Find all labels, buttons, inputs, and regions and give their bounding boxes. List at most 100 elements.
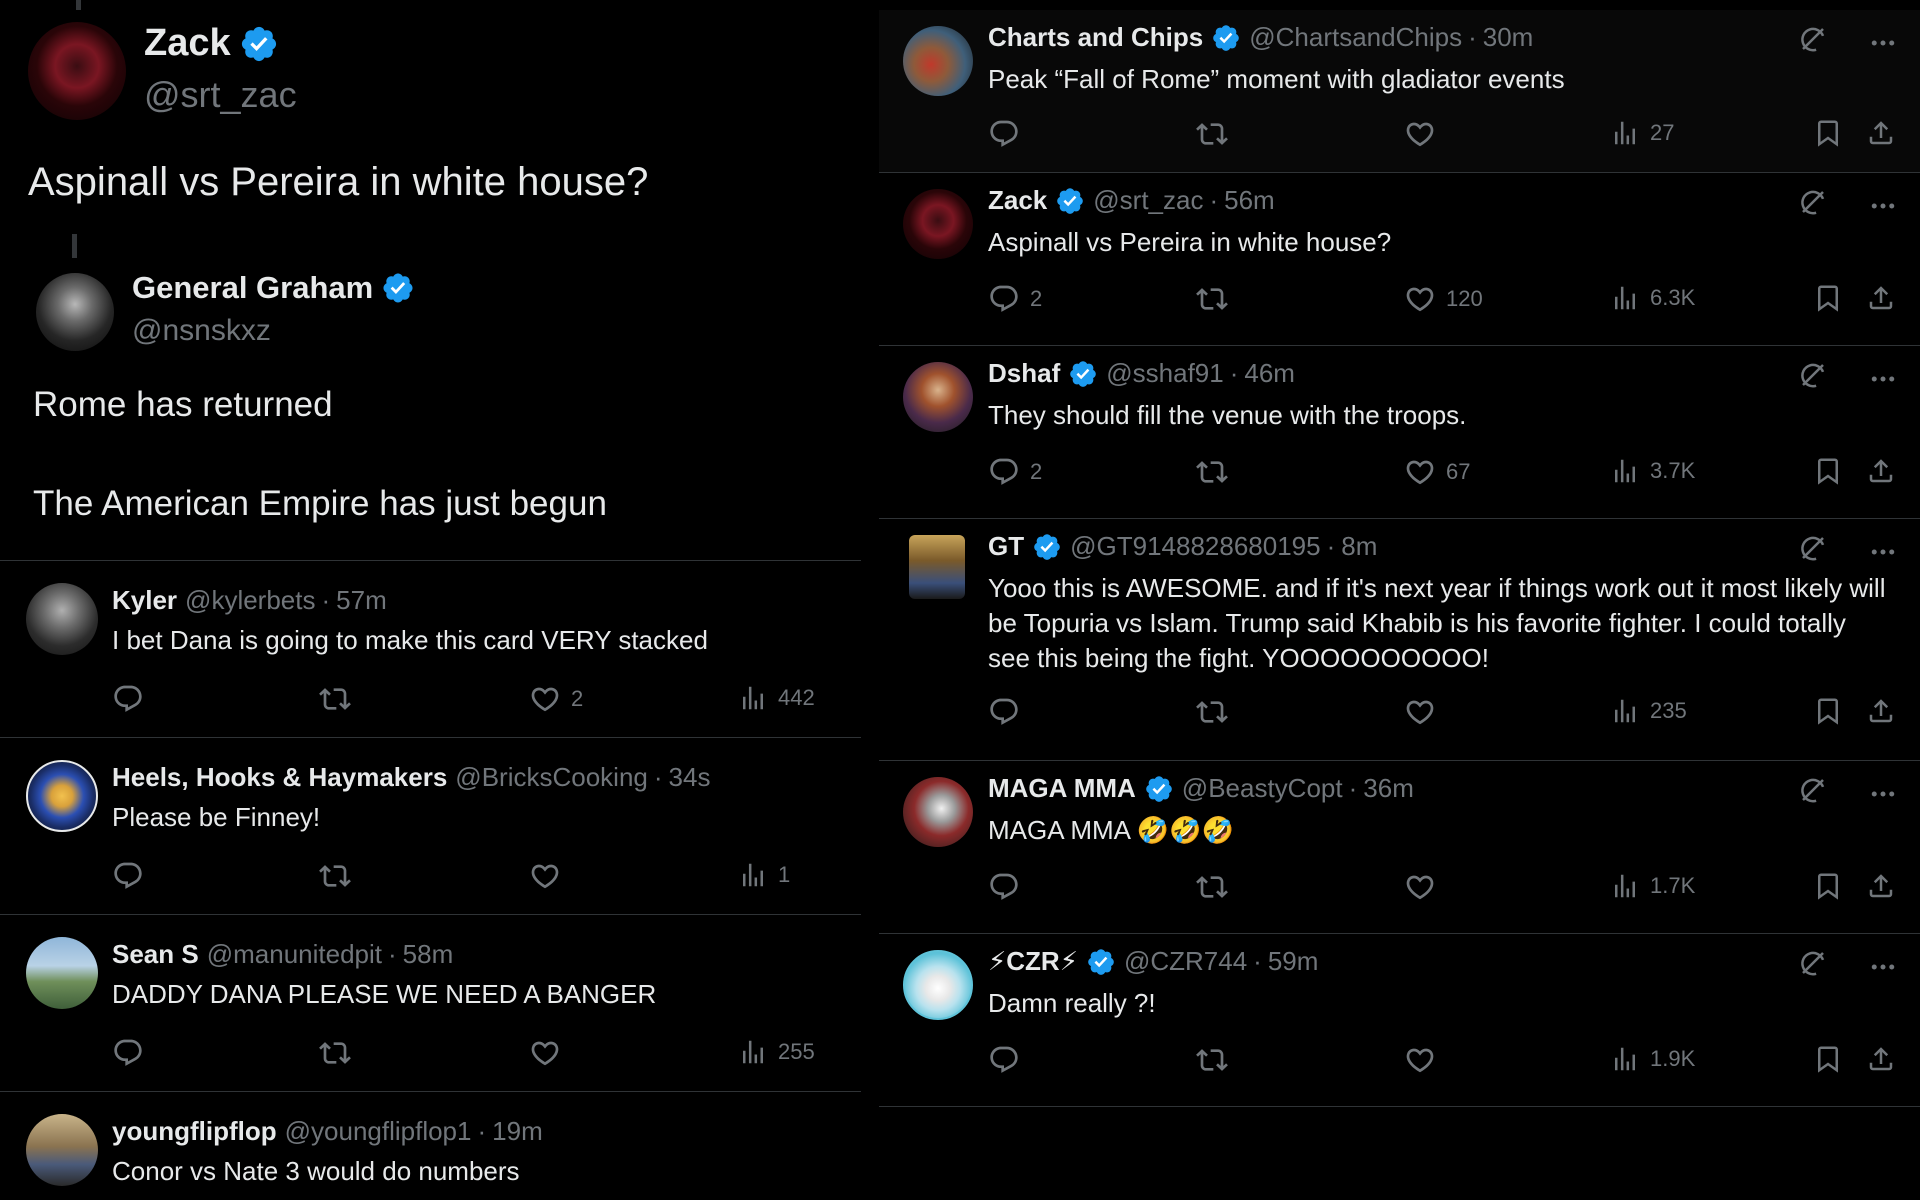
avatar[interactable] <box>26 937 98 1009</box>
author-name[interactable]: Zack <box>144 22 231 65</box>
post-time[interactable]: 59m <box>1268 946 1319 977</box>
author-handle[interactable]: @kylerbets <box>185 585 315 616</box>
share-button[interactable] <box>1866 118 1896 148</box>
share-button[interactable] <box>1866 696 1896 726</box>
post-time[interactable]: 34s <box>669 762 711 793</box>
grok-icon[interactable] <box>1798 360 1828 390</box>
reply-button[interactable] <box>988 1044 1030 1076</box>
author-name[interactable]: GT <box>988 531 1024 562</box>
tweet[interactable]: Charts and Chips @ChartsandChips · 30m P… <box>879 10 1920 173</box>
more-icon[interactable] <box>1868 537 1898 567</box>
author-name[interactable]: Charts and Chips <box>988 22 1203 53</box>
more-icon[interactable] <box>1868 364 1898 394</box>
repost-button[interactable] <box>1196 696 1228 728</box>
more-icon[interactable] <box>1868 28 1898 58</box>
tweet[interactable]: ⚡CZR⚡ @CZR744 · 59m Damn really ?! 1.9K <box>879 934 1920 1107</box>
post-time[interactable]: 56m <box>1224 185 1275 216</box>
repost-button[interactable] <box>1196 456 1228 488</box>
post-time[interactable]: 19m <box>492 1116 543 1147</box>
avatar[interactable] <box>26 760 98 832</box>
reply-button[interactable] <box>112 683 154 715</box>
reply-item[interactable]: Heels, Hooks & Haymakers @BricksCooking … <box>0 737 861 914</box>
avatar[interactable] <box>903 950 973 1020</box>
reply-button[interactable] <box>988 696 1030 728</box>
views-button[interactable]: 6.3K <box>1610 283 1695 313</box>
author-handle[interactable]: @nsnskxz <box>132 314 271 348</box>
author-name[interactable]: General Graham <box>132 270 373 306</box>
more-icon[interactable] <box>1868 952 1898 982</box>
views-button[interactable]: 255 <box>738 1037 815 1067</box>
share-button[interactable] <box>1866 871 1896 901</box>
quoted-post-author[interactable]: General Graham <box>132 270 415 306</box>
post-time[interactable]: 46m <box>1244 358 1295 389</box>
reply-item[interactable]: Kyler @kylerbets · 57m I bet Dana is goi… <box>0 560 861 737</box>
author-handle[interactable]: @ChartsandChips <box>1249 22 1462 53</box>
views-button[interactable]: 1 <box>738 860 790 890</box>
grok-icon[interactable] <box>1798 24 1828 54</box>
avatar[interactable] <box>28 22 126 120</box>
views-button[interactable]: 3.7K <box>1610 456 1695 486</box>
like-button[interactable] <box>529 1037 571 1069</box>
grok-icon[interactable] <box>1798 533 1828 563</box>
post-time[interactable]: 8m <box>1341 531 1377 562</box>
author-handle[interactable]: @BeastyCopt <box>1182 773 1343 804</box>
tweet[interactable]: GT @GT9148828680195 · 8m Yooo this is AW… <box>879 519 1920 761</box>
views-button[interactable]: 27 <box>1610 118 1674 148</box>
like-button[interactable]: 2 <box>529 683 583 715</box>
post-time[interactable]: 36m <box>1363 773 1414 804</box>
reply-button[interactable]: 2 <box>988 283 1042 315</box>
post-time[interactable]: 30m <box>1483 22 1534 53</box>
share-button[interactable] <box>1866 1044 1896 1074</box>
repost-button[interactable] <box>319 1037 351 1069</box>
author-handle[interactable]: @srt_zac <box>144 74 297 116</box>
share-button[interactable] <box>1866 456 1896 486</box>
share-button[interactable] <box>1866 283 1896 313</box>
avatar[interactable] <box>26 1114 98 1186</box>
like-button[interactable] <box>1404 118 1446 150</box>
post-time[interactable]: 57m <box>336 585 387 616</box>
author-name[interactable]: ⚡CZR⚡ <box>988 946 1078 977</box>
author-name[interactable]: youngflipflop <box>112 1116 277 1147</box>
grok-icon[interactable] <box>1798 775 1828 805</box>
tweet[interactable]: MAGA MMA @BeastyCopt · 36m MAGA MMA 🤣🤣🤣 … <box>879 761 1920 934</box>
avatar[interactable] <box>36 273 114 351</box>
like-button[interactable] <box>1404 696 1446 728</box>
reply-button[interactable] <box>112 860 154 892</box>
like-button[interactable]: 120 <box>1404 283 1483 315</box>
more-icon[interactable] <box>1868 191 1898 221</box>
avatar[interactable] <box>903 362 973 432</box>
reply-button[interactable] <box>112 1037 154 1069</box>
avatar[interactable] <box>903 189 973 259</box>
bookmark-button[interactable] <box>1813 456 1843 486</box>
author-name[interactable]: Dshaf <box>988 358 1060 389</box>
repost-button[interactable] <box>319 860 351 892</box>
author-handle[interactable]: @CZR744 <box>1124 946 1247 977</box>
repost-button[interactable] <box>1196 118 1228 150</box>
author-handle[interactable]: @GT9148828680195 <box>1070 531 1320 562</box>
tweet[interactable]: Dshaf @sshaf91 · 46m They should fill th… <box>879 346 1920 519</box>
reply-item[interactable]: Sean S @manunitedpit · 58m DADDY DANA PL… <box>0 914 861 1091</box>
like-button[interactable] <box>1404 1044 1446 1076</box>
main-post-author[interactable]: Zack <box>144 22 279 65</box>
author-name[interactable]: Heels, Hooks & Haymakers <box>112 762 447 793</box>
grok-icon[interactable] <box>1798 948 1828 978</box>
more-icon[interactable] <box>1868 779 1898 809</box>
repost-button[interactable] <box>1196 871 1228 903</box>
author-handle[interactable]: @BricksCooking <box>455 762 648 793</box>
repost-button[interactable] <box>1196 1044 1228 1076</box>
bookmark-button[interactable] <box>1813 1044 1843 1074</box>
grok-icon[interactable] <box>1798 187 1828 217</box>
avatar[interactable] <box>903 777 973 847</box>
avatar[interactable] <box>26 583 98 655</box>
bookmark-button[interactable] <box>1813 118 1843 148</box>
author-name[interactable]: Kyler <box>112 585 177 616</box>
views-button[interactable]: 442 <box>738 683 815 713</box>
bookmark-button[interactable] <box>1813 283 1843 313</box>
bookmark-button[interactable] <box>1813 696 1843 726</box>
views-button[interactable]: 1.7K <box>1610 871 1695 901</box>
author-handle[interactable]: @srt_zac <box>1093 185 1203 216</box>
author-name[interactable]: Zack <box>988 185 1047 216</box>
reply-button[interactable] <box>988 871 1030 903</box>
author-handle[interactable]: @youngflipflop1 <box>285 1116 472 1147</box>
repost-button[interactable] <box>319 683 351 715</box>
